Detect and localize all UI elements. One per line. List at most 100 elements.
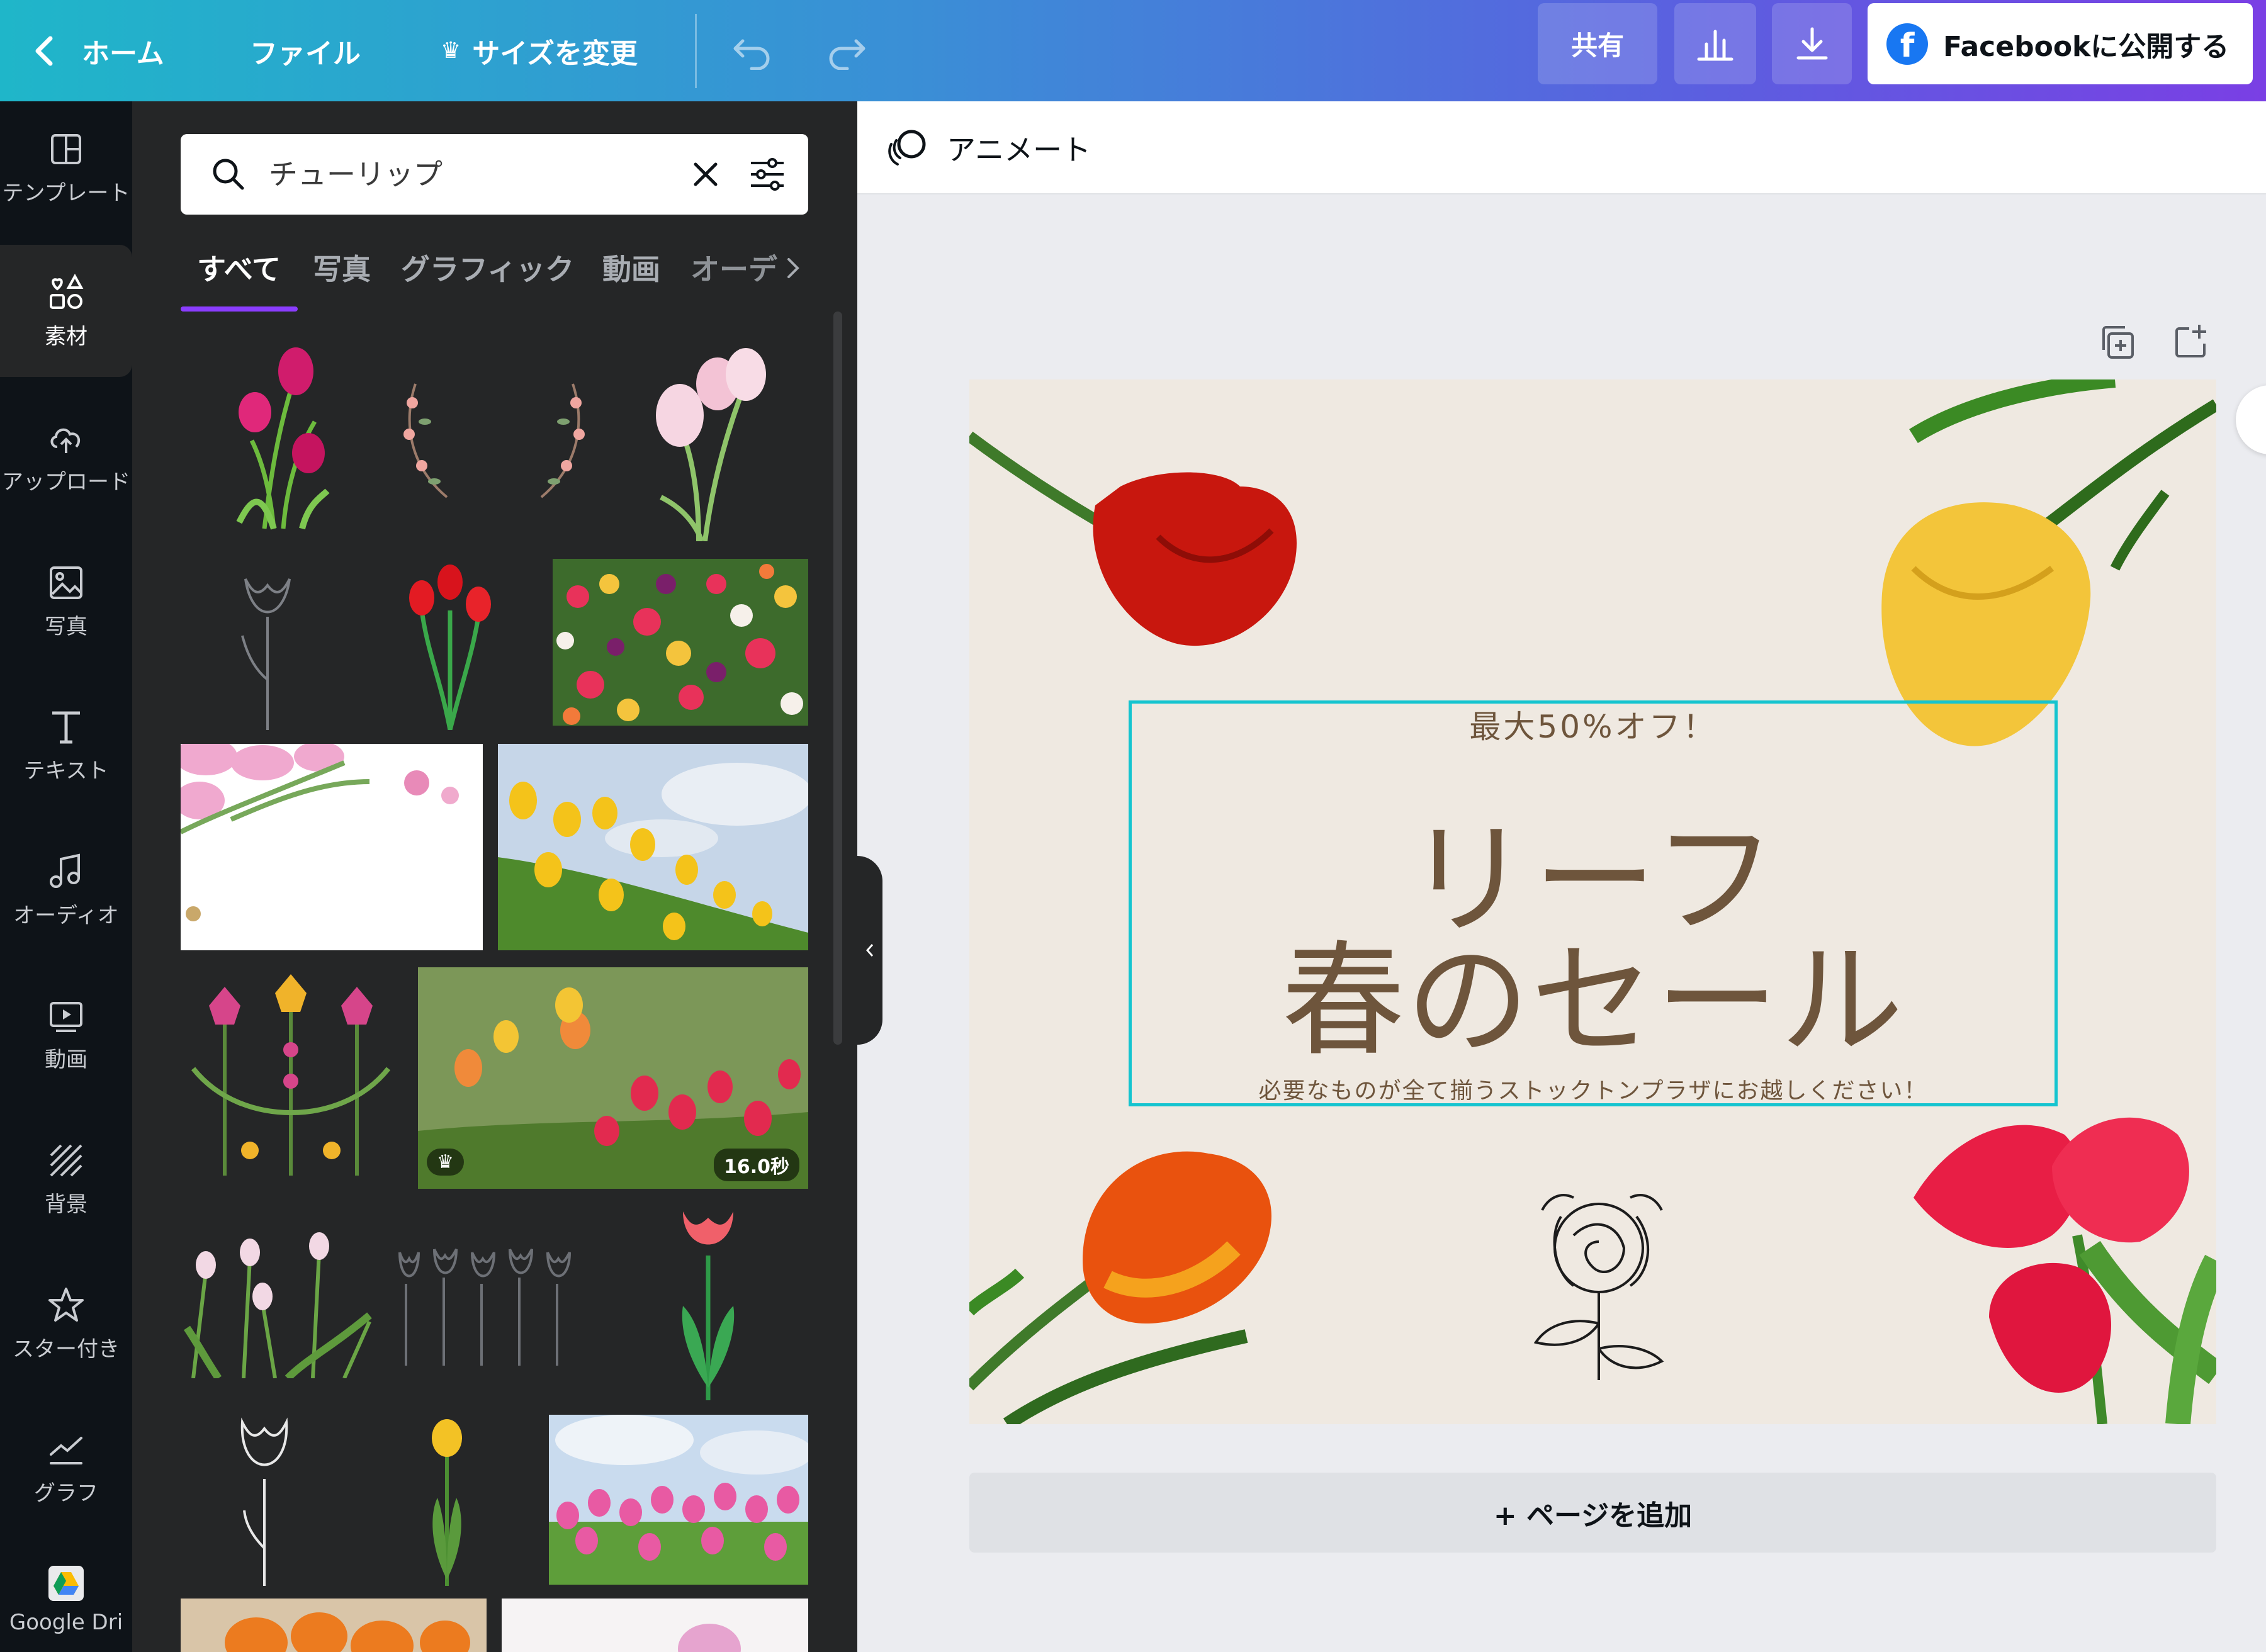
home-button[interactable]: ホーム: [31, 0, 164, 101]
pink-tulip-white-photo: [678, 1624, 741, 1652]
tulip-video-result[interactable]: ♛ 16.0秒: [418, 967, 808, 1189]
white-pink-tulip-graphic: [656, 348, 766, 541]
tab-audio[interactable]: オーデ: [691, 239, 777, 315]
background-pattern-icon: [50, 1144, 82, 1176]
tulip-outline-result[interactable]: [227, 1410, 302, 1586]
yellow-tulips-sky-photo-result[interactable]: [498, 744, 808, 950]
discount-text[interactable]: 最大50%オフ！: [1129, 702, 2058, 747]
search-input[interactable]: チューリップ: [181, 134, 808, 215]
orange-tulips-photo-result[interactable]: [181, 1599, 487, 1652]
floral-wreath-result[interactable]: [390, 371, 598, 510]
tulip-sketch-graphic: [241, 578, 291, 730]
nav-google-drive[interactable]: Google Dri: [0, 1542, 132, 1652]
shapes-icon: [50, 273, 84, 309]
add-page-icon[interactable]: [2170, 322, 2211, 362]
crown-icon: ♛: [441, 38, 461, 64]
nav-chart-label: グラフ: [34, 1480, 98, 1506]
chevron-right-icon: [787, 258, 799, 278]
tulip-field-photo-result[interactable]: [553, 559, 808, 726]
nav-text-label: テキスト: [23, 758, 109, 784]
add-page-button[interactable]: + ページを追加: [969, 1473, 2216, 1553]
panel-scrollbar[interactable]: [833, 312, 842, 1045]
yellow-tulip-result[interactable]: [415, 1416, 478, 1586]
yellow-tulips-sky-photo: [498, 763, 808, 950]
google-drive-icon: [48, 1566, 84, 1601]
tulip-graphic-result[interactable]: [227, 340, 334, 535]
nav-audio[interactable]: オーディオ: [0, 824, 132, 956]
headline-line-2[interactable]: 春のセール: [1129, 901, 2058, 1079]
premium-crown-badge: ♛: [427, 1149, 464, 1176]
pink-tulips-white-photo-result[interactable]: [181, 744, 483, 950]
footer-text[interactable]: 必要なものが全て揃うストックトンプラザにお越しください！: [1129, 1072, 2058, 1105]
nav-text[interactable]: テキスト: [0, 679, 132, 811]
nav-starred[interactable]: スター付き: [0, 1257, 132, 1390]
bar-chart-icon: [1697, 30, 1733, 60]
white-tulips-graphic-result[interactable]: [181, 1221, 376, 1378]
search-value: チューリップ: [269, 157, 442, 191]
tulip-outline-row-result[interactable]: [393, 1240, 595, 1366]
undo-icon: [733, 39, 770, 70]
nav-uploads[interactable]: アップロード: [0, 390, 132, 522]
pink-tulips-graphic: [236, 347, 330, 530]
nav-video-label: 動画: [45, 1047, 87, 1072]
coral-tulip-graphic: [682, 1211, 735, 1400]
nav-elements[interactable]: 素材: [0, 245, 132, 377]
add-page-label: + ページを追加: [1493, 1499, 1693, 1532]
nav-audio-label: オーディオ: [13, 902, 119, 928]
animate-icon: [888, 130, 926, 166]
pink-tulips-corner-photo: [181, 744, 459, 921]
folk-art-flowers-graphic: [191, 974, 391, 1176]
red-tulips-graphic: [409, 565, 491, 730]
line-chart-icon: [50, 1436, 82, 1464]
collapse-panel-button[interactable]: [857, 856, 882, 1045]
tulip-line-art-result[interactable]: [227, 554, 308, 730]
nav-templates[interactable]: テンプレート: [0, 101, 132, 233]
share-button[interactable]: 共有: [1538, 3, 1657, 84]
pink-tulip-white-photo-result[interactable]: [502, 1599, 808, 1652]
cloud-upload-icon: [50, 428, 81, 453]
tab-video[interactable]: 動画: [602, 239, 660, 315]
redo-button[interactable]: [825, 0, 869, 101]
facebook-icon: f: [1886, 23, 1928, 65]
tab-photos[interactable]: 写真: [313, 239, 371, 315]
nav-templates-label: テンプレート: [2, 180, 130, 206]
nav-chart[interactable]: グラフ: [0, 1402, 132, 1534]
single-tulip-outline-graphic: [240, 1417, 288, 1586]
animate-label: アニメート: [947, 133, 1091, 167]
pink-tulip-field-photo-result[interactable]: [549, 1415, 808, 1585]
nav-video[interactable]: 動画: [0, 968, 132, 1100]
coral-tulip-result[interactable]: [674, 1199, 743, 1400]
red-tulips-result[interactable]: [403, 554, 497, 730]
assistant-button[interactable]: [2236, 385, 2266, 454]
undo-button[interactable]: [730, 0, 774, 101]
publish-facebook-button[interactable]: f Facebookに公開する: [1868, 3, 2253, 84]
chevron-left-icon: [35, 36, 53, 65]
insights-button[interactable]: [1674, 3, 1756, 84]
filter-icon[interactable]: [747, 154, 787, 194]
nav-background[interactable]: 背景: [0, 1113, 132, 1245]
music-note-icon: [50, 853, 80, 888]
text-icon: [52, 711, 80, 743]
folk-flower-graphic-result[interactable]: [181, 974, 401, 1176]
nav-elements-label: 素材: [45, 323, 87, 349]
tab-all[interactable]: すべて: [197, 239, 281, 315]
nav-background-label: 背景: [45, 1191, 87, 1217]
home-label: ホーム: [82, 37, 164, 70]
redo-icon: [829, 39, 865, 70]
clear-icon[interactable]: [688, 157, 723, 192]
file-menu-button[interactable]: ファイル: [250, 0, 361, 101]
publish-label: Facebookに公開する: [1943, 30, 2229, 63]
animate-button[interactable]: アニメート: [886, 121, 1091, 174]
orange-tulips-photo: [225, 1612, 470, 1652]
nav-uploads-label: アップロード: [2, 469, 130, 495]
chevron-left-icon: [865, 944, 874, 957]
duplicate-page-icon[interactable]: [2097, 322, 2138, 362]
white-tulips-graphic: [184, 1232, 372, 1378]
tabs-next-arrow[interactable]: [784, 239, 803, 315]
resize-button[interactable]: ♛ サイズを変更: [441, 0, 638, 101]
tab-graphics[interactable]: グラフィック: [401, 239, 574, 315]
download-button[interactable]: [1772, 3, 1852, 84]
white-tulip-result[interactable]: [648, 340, 774, 541]
nav-photos[interactable]: 写真: [0, 535, 132, 667]
video-duration-badge: 16.0秒: [713, 1149, 799, 1181]
